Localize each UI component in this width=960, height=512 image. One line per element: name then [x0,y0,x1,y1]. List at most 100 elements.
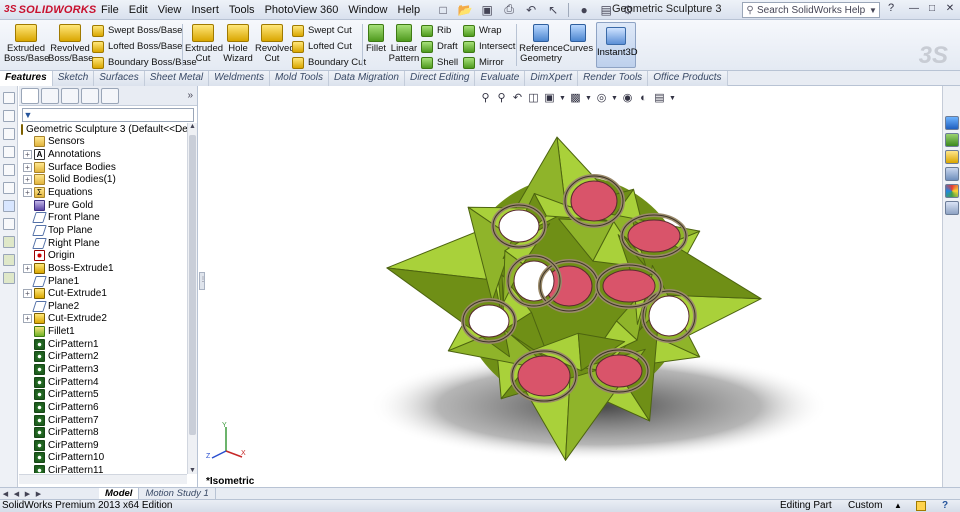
intersect-button[interactable]: Intersect [463,39,515,54]
linear-pattern-button[interactable]: Linear Pattern [388,22,420,68]
hole-wizard-button[interactable]: Hole Wizard [221,22,255,68]
menu-insert[interactable]: Insert [186,4,224,16]
tab-sheet-metal[interactable]: Sheet Metal [144,71,210,86]
tree-item[interactable]: CirPattern11 [19,464,187,473]
last-tab-arrow-icon[interactable]: ▶ [33,490,44,498]
tree-item[interactable]: CirPattern10 [19,452,187,465]
tree-item[interactable]: Front Plane [19,211,187,224]
expand-plus-icon[interactable]: + [23,263,32,273]
sketch-pencil-icon[interactable] [3,200,15,212]
scroll-thumb[interactable] [189,135,196,435]
help-question-icon[interactable]: ? [884,2,898,18]
tree-item[interactable]: Pure Gold [19,199,187,212]
draft-button[interactable]: Draft [421,39,458,54]
tab-sketch[interactable]: Sketch [52,71,95,86]
zoom-to-area-icon[interactable]: ⚲ [495,92,508,105]
scroll-up-icon[interactable]: ▲ [188,123,197,130]
appearances-scenes-icon[interactable] [945,184,959,198]
undo-icon[interactable]: ↶ [521,2,541,18]
dropdown-arrow-icon[interactable]: ▼ [669,92,676,105]
menu-file[interactable]: File [96,4,124,16]
swept-cut-button[interactable]: Swept Cut [292,23,352,38]
menu-window[interactable]: Window [343,4,392,16]
fillet-button[interactable]: Fillet [364,22,388,68]
next-tab-arrow-icon[interactable]: ▶ [22,490,33,498]
tree-item[interactable]: + A Annotations [19,148,187,161]
solidworks-resources-icon[interactable] [945,116,959,130]
design-library-icon[interactable] [945,133,959,147]
configuration-manager-tab-icon[interactable] [61,87,79,104]
hide-show-items-icon[interactable]: ◎ [595,92,608,105]
units-selector[interactable]: Custom [848,500,882,512]
scroll-down-icon[interactable]: ▼ [188,467,197,474]
tree-item[interactable]: Right Plane [19,237,187,250]
tree-root[interactable]: Geometric Sculpture 3 (Default<<Defaul [19,123,187,136]
menu-photoview[interactable]: PhotoView 360 [260,4,344,16]
relation-icon[interactable] [3,236,15,248]
save-icon[interactable]: ▣ [477,2,497,18]
panel-collapse-handle[interactable]: ⋮ [199,272,206,290]
apply-scene-icon[interactable]: ◐ [637,92,650,105]
tab-evaluate[interactable]: Evaluate [475,71,526,86]
view-box-icon[interactable] [3,92,15,104]
menu-tools[interactable]: Tools [224,4,260,16]
expand-plus-icon[interactable]: + [23,175,32,185]
tree-item[interactable]: Top Plane [19,224,187,237]
tab-motion-study[interactable]: Motion Study 1 [139,488,216,499]
instant3d-button[interactable]: Instant3D [596,22,638,68]
tree-item[interactable]: + Cut-Extrude2 [19,313,187,326]
tree-item[interactable]: CirPattern8 [19,426,187,439]
tree-item[interactable]: + Cut-Extrude1 [19,287,187,300]
view-box-icon[interactable] [3,110,15,122]
units-dropdown-icon[interactable]: ▲ [894,500,902,512]
lofted-cut-button[interactable]: Lofted Cut [292,39,352,54]
view-palette-icon[interactable] [945,167,959,181]
first-tab-arrow-icon[interactable]: ◀ [0,490,11,498]
tab-dimxpert[interactable]: DimXpert [525,71,579,86]
expand-plus-icon[interactable]: + [23,314,32,324]
extruded-boss-button[interactable]: Extruded Boss/Base [4,22,49,68]
zoom-to-fit-icon[interactable]: ⚲ [479,92,492,105]
curves-button[interactable]: Curves [563,22,593,68]
tree-item[interactable]: Sensors [19,136,187,149]
sculpture-model[interactable] [199,86,941,487]
dimxpert-manager-tab-icon[interactable] [81,87,99,104]
tab-weldments[interactable]: Weldments [209,71,270,86]
rib-button[interactable]: Rib [421,23,451,38]
rebuild-icon[interactable] [916,501,926,511]
tree-filter[interactable]: ▼ [22,108,194,122]
tab-model[interactable]: Model [99,488,140,499]
select-cursor-icon[interactable]: ↖ [543,2,563,18]
tree-item[interactable]: CirPattern3 [19,363,187,376]
lofted-boss-button[interactable]: Lofted Boss/Base [92,39,182,54]
tree-item[interactable]: CirPattern4 [19,376,187,389]
tab-surfaces[interactable]: Surfaces [94,71,145,86]
search-dropdown-icon[interactable]: ▼ [867,6,879,15]
previous-view-icon[interactable]: ↶ [511,92,524,105]
open-folder-icon[interactable]: 📂 [455,2,475,18]
tab-office-products[interactable]: Office Products [648,71,728,86]
tree-item[interactable]: + Σ Equations [19,186,187,199]
tab-data-migration[interactable]: Data Migration [328,71,405,86]
section-view-icon[interactable]: ◫ [527,92,540,105]
expand-chevron-icon[interactable]: » [187,90,193,101]
view-box-icon[interactable] [3,128,15,140]
view-box-icon[interactable] [3,182,15,194]
expand-plus-icon[interactable]: + [23,162,32,172]
tree-item[interactable]: CirPattern7 [19,414,187,427]
rebuild-traffic-light-icon[interactable]: ● [574,2,594,18]
view-box-icon[interactable] [3,146,15,158]
property-manager-tab-icon[interactable] [41,87,59,104]
file-explorer-icon[interactable] [945,150,959,164]
tab-direct-editing[interactable]: Direct Editing [404,71,476,86]
feature-icon[interactable] [3,254,15,266]
tree-item[interactable]: CirPattern2 [19,351,187,364]
tree-item[interactable]: + Surface Bodies [19,161,187,174]
custom-properties-icon[interactable] [945,201,959,215]
menu-view[interactable]: View [153,4,187,16]
tree-horizontal-scrollbar[interactable] [19,474,187,484]
swept-boss-button[interactable]: Swept Boss/Base [92,23,182,38]
expand-plus-icon[interactable]: + [23,188,32,198]
wrap-button[interactable]: Wrap [463,23,502,38]
print-icon[interactable]: ⎙ [499,2,519,18]
